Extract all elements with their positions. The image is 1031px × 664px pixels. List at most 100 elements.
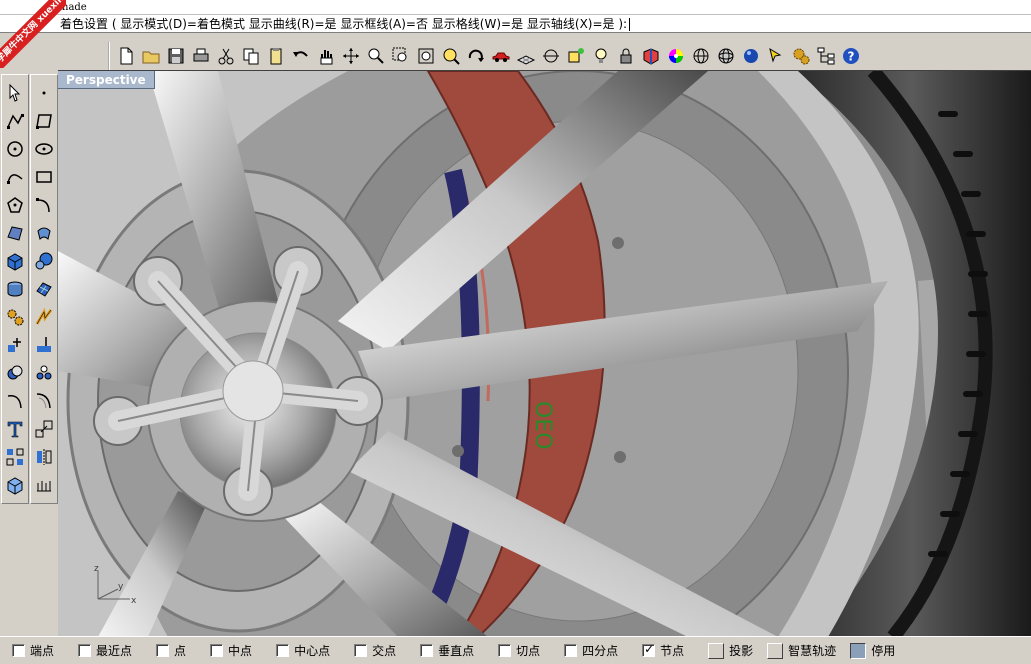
axis-x-label: x bbox=[131, 596, 137, 606]
osnap-tangent[interactable]: 切点 bbox=[498, 642, 564, 659]
options-button[interactable] bbox=[789, 45, 812, 68]
hierarchy-button[interactable] bbox=[814, 45, 837, 68]
point-tool-button[interactable] bbox=[32, 81, 56, 105]
help-button[interactable]: ? bbox=[839, 45, 862, 68]
osnap-mid-checkbox[interactable] bbox=[210, 644, 224, 657]
rect-curve-tool-button[interactable] bbox=[32, 165, 56, 189]
curve-tool-button[interactable] bbox=[3, 165, 27, 189]
fillet-edge-tool-button[interactable] bbox=[32, 389, 56, 413]
smarttrack-toggle[interactable]: 智慧轨迹 bbox=[767, 642, 836, 659]
box-solid-icon bbox=[7, 253, 23, 271]
select-button[interactable] bbox=[764, 45, 787, 68]
dimension-tool-button[interactable] bbox=[32, 473, 56, 497]
perspective-viewport[interactable]: OEO Perspective z y x bbox=[58, 70, 1031, 636]
zoom-window-button[interactable] bbox=[389, 45, 412, 68]
pan-button[interactable] bbox=[314, 45, 337, 68]
circle-tool-button[interactable] bbox=[3, 137, 27, 161]
viewport-title-tab[interactable]: Perspective bbox=[58, 71, 155, 89]
osnap-quadrant-checkbox[interactable] bbox=[564, 644, 578, 657]
wheel-render: OEO bbox=[58, 71, 1031, 636]
open-button[interactable] bbox=[139, 45, 162, 68]
osnap-mid[interactable]: 中点 bbox=[210, 642, 276, 659]
select-tool-button[interactable] bbox=[3, 81, 27, 105]
zoom-extents-icon bbox=[418, 48, 433, 64]
lock-button[interactable] bbox=[614, 45, 637, 68]
color-button[interactable] bbox=[664, 45, 687, 68]
osnap-point[interactable]: 点 bbox=[156, 642, 210, 659]
sphere-tool-button[interactable] bbox=[32, 249, 56, 273]
cut-button[interactable] bbox=[214, 45, 237, 68]
tools-button[interactable] bbox=[3, 305, 27, 329]
disable-toggle[interactable]: 停用 bbox=[850, 642, 895, 659]
sweep-tool-button[interactable] bbox=[32, 221, 56, 245]
zoom-extents-button[interactable] bbox=[414, 45, 437, 68]
boolean-tool-button[interactable] bbox=[3, 361, 27, 385]
zoom-selected-button[interactable] bbox=[439, 45, 462, 68]
osnap-intersection-checkbox[interactable] bbox=[354, 644, 368, 657]
polygon-tool-button[interactable] bbox=[3, 193, 27, 217]
render-button[interactable] bbox=[639, 45, 662, 68]
osnap-end[interactable]: 端点 bbox=[12, 642, 78, 659]
disable-toggle-label: 停用 bbox=[871, 644, 896, 658]
array-tool-button[interactable] bbox=[3, 445, 27, 469]
rotate-camera-button[interactable] bbox=[464, 45, 487, 68]
osnap-end-label: 端点 bbox=[30, 644, 55, 658]
text-tool-button[interactable] bbox=[3, 417, 27, 441]
car-button[interactable] bbox=[489, 45, 512, 68]
project-toggle[interactable]: 投影 bbox=[708, 642, 753, 659]
split-tool-button[interactable] bbox=[32, 333, 56, 357]
osnap-center-checkbox[interactable] bbox=[276, 644, 290, 657]
sphere-render-icon bbox=[743, 49, 758, 63]
scale-tool-button[interactable] bbox=[32, 417, 56, 441]
light-button[interactable] bbox=[589, 45, 612, 68]
osnap-near-checkbox[interactable] bbox=[78, 644, 92, 657]
ellipse-tool-button[interactable] bbox=[32, 137, 56, 161]
snap-point-button[interactable] bbox=[564, 45, 587, 68]
rendered-button[interactable] bbox=[739, 45, 762, 68]
cplane-button[interactable] bbox=[539, 45, 562, 68]
mirror-tool-button[interactable] bbox=[32, 445, 56, 469]
array-icon bbox=[6, 448, 24, 466]
osnap-perpendicular-checkbox[interactable] bbox=[420, 644, 434, 657]
project-toggle-box[interactable] bbox=[708, 642, 725, 659]
fillet-curve-tool-button[interactable] bbox=[3, 389, 27, 413]
osnap-center[interactable]: 中心点 bbox=[276, 642, 354, 659]
smarttrack-toggle-box[interactable] bbox=[767, 642, 784, 659]
osnap-intersection[interactable]: 交点 bbox=[354, 642, 420, 659]
transform-tool-button[interactable] bbox=[3, 333, 27, 357]
osnap-perpendicular[interactable]: 垂直点 bbox=[420, 642, 498, 659]
surface-tool-button[interactable] bbox=[3, 221, 27, 245]
osnap-knot-checkbox[interactable] bbox=[642, 642, 656, 657]
shaded-button[interactable] bbox=[714, 45, 737, 68]
rotate-view-button[interactable] bbox=[339, 45, 362, 68]
solid-tool-button[interactable] bbox=[3, 249, 27, 273]
print-button[interactable] bbox=[189, 45, 212, 68]
polyline-tool-button[interactable] bbox=[3, 109, 27, 133]
paste-button[interactable] bbox=[264, 45, 287, 68]
lightning-tool-button[interactable] bbox=[32, 305, 56, 329]
osnap-mid-label: 中点 bbox=[228, 644, 253, 658]
extrude-tool-button[interactable] bbox=[3, 277, 27, 301]
disable-toggle-box[interactable] bbox=[850, 642, 867, 659]
wireframe-button[interactable] bbox=[689, 45, 712, 68]
zoom-button[interactable] bbox=[364, 45, 387, 68]
osnap-end-checkbox[interactable] bbox=[12, 644, 25, 657]
new-file-button[interactable] bbox=[114, 45, 137, 68]
osnap-near[interactable]: 最近点 bbox=[78, 642, 156, 659]
patch-tool-button[interactable] bbox=[32, 277, 56, 301]
osnap-quadrant[interactable]: 四分点 bbox=[564, 642, 642, 659]
command-line[interactable]: 着色设置 ( 显示模式(D)=着色模式 显示曲线(R)=是 显示框线(A)=否 … bbox=[0, 15, 1031, 33]
rotate-camera-icon bbox=[468, 49, 484, 62]
undo-button[interactable] bbox=[289, 45, 312, 68]
points-group-tool-button[interactable] bbox=[32, 361, 56, 385]
osnap-knot[interactable]: 节点 bbox=[642, 642, 708, 659]
copy-button[interactable] bbox=[239, 45, 262, 68]
grid-button[interactable] bbox=[514, 45, 537, 68]
render-tool-button[interactable] bbox=[3, 473, 27, 497]
osnap-tangent-checkbox[interactable] bbox=[498, 644, 512, 657]
arc-tool-button[interactable] bbox=[32, 193, 56, 217]
rectangle-tool-button[interactable] bbox=[32, 109, 56, 133]
sphere-solid-icon bbox=[35, 252, 53, 270]
osnap-point-checkbox[interactable] bbox=[156, 644, 170, 657]
save-button[interactable] bbox=[164, 45, 187, 68]
